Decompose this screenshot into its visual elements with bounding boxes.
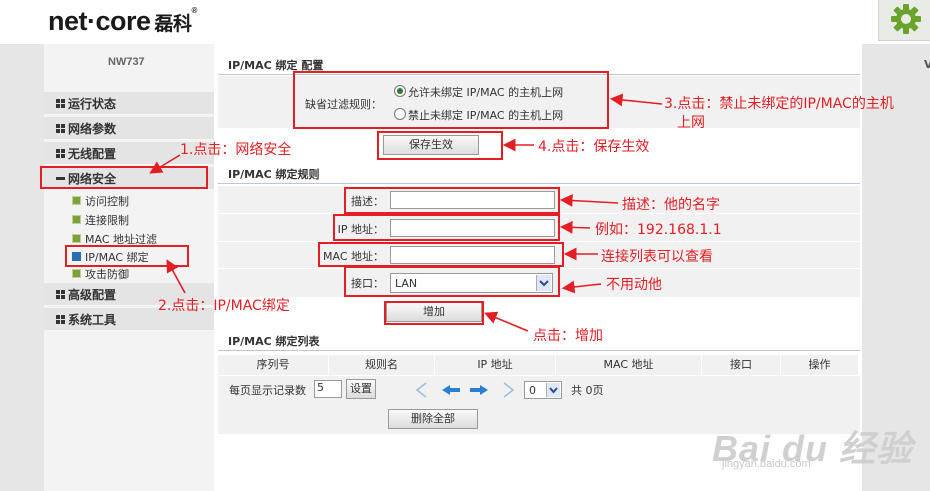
arrow-desc	[559, 194, 619, 207]
annotation-ip: 例如：192.168.1.1	[595, 222, 722, 238]
annotation-port: 不用动他	[606, 277, 662, 293]
baidu-watermark: Bai du 经验 jingyan.baidu.com	[712, 420, 913, 472]
annotation-step3-line1: 3.点击：禁止未绑定的IP/MAC的主机	[664, 96, 894, 112]
annotation-mac: 连接列表可以查看	[601, 249, 713, 265]
annotation-step3-line2: 上网	[677, 115, 705, 131]
annotation-arrows	[149, 93, 663, 332]
annotation-step1: 1.点击：网络安全	[180, 142, 292, 158]
annotation-step2: 2.点击：IP/MAC绑定	[158, 298, 290, 314]
arrow-2	[166, 259, 186, 294]
arrow-port	[561, 280, 602, 294]
watermark-url: jingyan.baidu.com	[722, 458, 811, 470]
annotation-add: 点击：增加	[533, 328, 603, 344]
arrow-ip	[559, 220, 591, 234]
arrow-3	[609, 93, 663, 107]
annotation-step4: 4.点击：保存生效	[538, 139, 650, 155]
arrow-add	[484, 311, 529, 332]
annotation-desc: 描述：他的名字	[622, 197, 720, 213]
arrow-1	[149, 154, 181, 174]
